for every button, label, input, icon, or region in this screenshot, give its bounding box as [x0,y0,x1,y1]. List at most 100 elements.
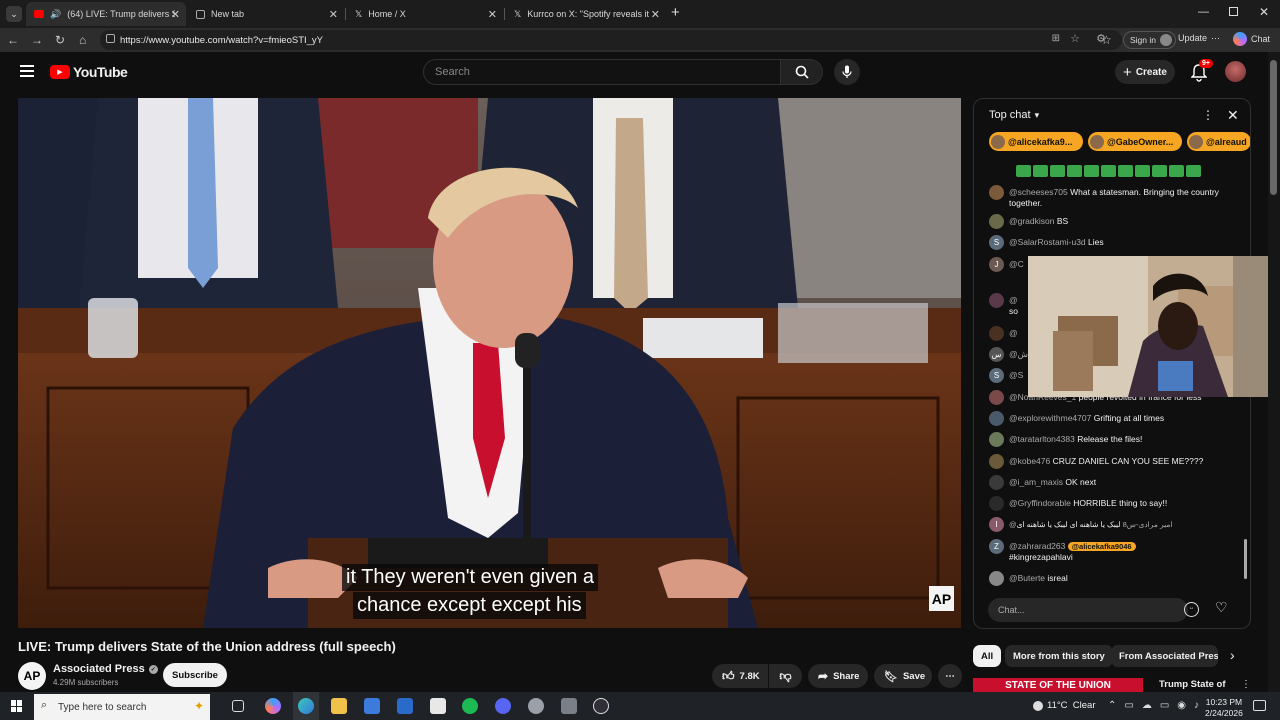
chip-all[interactable]: All [973,645,1002,667]
copilot-chat-button[interactable]: Chat [1233,32,1270,46]
chat-message[interactable]: @explorewithme4707 Grifting at all times [989,411,1229,426]
pinned-donor-3[interactable]: @alreaud [1187,132,1250,151]
chat-scrollbar[interactable] [1244,539,1247,579]
pinned-donor-1[interactable]: @alicekafka9... [989,132,1083,151]
related-video-title[interactable]: Trump State of [1159,679,1226,690]
chat-message[interactable]: @taratarlton4383 Release the files! [989,432,1229,447]
new-tab-button[interactable]: + [671,4,680,21]
related-video-thumbnail[interactable]: STATE OF THE UNION [973,678,1143,692]
pinned-donor-2[interactable]: @GabeOwner... [1088,132,1182,151]
app-icon-generic[interactable] [528,698,544,714]
back-icon[interactable]: ← [7,32,19,48]
chips-next-icon[interactable]: › [1230,647,1235,663]
clock-time: 10:23 PM [1205,697,1243,707]
microsoft-store-icon[interactable] [364,698,380,714]
chat-message[interactable]: @Gryffindorable HORRIBLE thing to say!! [989,496,1229,511]
chat-text: so [1009,306,1018,316]
menu-icon[interactable] [20,65,34,77]
close-tab-icon[interactable]: ✕ [488,8,497,21]
tray-icons[interactable]: ⌃▭☁▭◉♪ [1108,700,1207,711]
subscribe-button[interactable]: Subscribe [163,663,227,687]
page-scrollbar-thumb[interactable] [1270,60,1277,195]
chat-message[interactable]: @Buterte isreal [989,571,1229,586]
more-options-icon[interactable]: ⋮ [1202,108,1214,122]
spotify-icon[interactable] [462,698,478,714]
youtube-logo[interactable]: ▶ YouTube [50,64,128,80]
account-avatar[interactable] [1225,61,1246,82]
forward-icon[interactable]: → [31,32,43,48]
browser-tab-strip: ⌄ 🔊 (64) LIVE: Trump delivers State of t… [0,0,1280,28]
chat-message[interactable]: S @SalarRostami-u3d Lies [989,235,1229,250]
close-window-button[interactable]: ✕ [1259,5,1269,19]
minimize-button[interactable]: — [1198,6,1209,18]
home-icon[interactable]: ⌂ [79,32,86,48]
notifications-button[interactable]: 9+ [1189,59,1213,82]
chat-input[interactable]: Chat... [988,598,1188,622]
create-button[interactable]: + Create [1115,60,1175,84]
video-player[interactable]: it They weren't even given a chance exce… [18,98,961,628]
obs-icon[interactable] [593,698,609,714]
avatar [989,390,1004,405]
more-actions-button[interactable]: ⋯ [938,664,962,688]
discord-icon[interactable] [495,698,511,714]
tab-new-tab[interactable]: New tab ✕ [188,2,344,26]
search-button[interactable] [781,59,823,85]
youtube-play-icon: ▶ [50,65,70,79]
close-chat-icon[interactable]: ✕ [1227,107,1239,124]
sign-in-button[interactable]: Sign in [1123,31,1176,49]
chat-message[interactable]: @kobe476 CRUZ DANIEL CAN YOU SEE ME???? [989,454,1229,469]
voice-search-button[interactable] [834,59,860,85]
copilot-app-icon[interactable] [265,698,281,714]
dislike-button[interactable]: 👎︎ [769,664,802,688]
chat-mode-dropdown[interactable]: Top chat ▾ [989,109,1039,121]
restore-button[interactable] [1229,7,1238,16]
save-button[interactable]: 🔖︎ Save [874,664,932,688]
site-info-icon[interactable] [106,34,115,43]
tab-actions-button[interactable]: ⌄ [6,6,22,22]
tab-youtube[interactable]: 🔊 (64) LIVE: Trump delivers State of the… [26,2,186,26]
emoji-icon[interactable]: ᵕ [1184,602,1199,617]
chat-message[interactable]: Z @zahrarad263 @alicekafka9046 #kingrezapa… [989,539,1229,563]
taskbar-search-input[interactable]: ⌕ Type here to search ✦ [34,694,210,720]
favorites-icon[interactable]: ☆ [1101,32,1112,48]
tab-kurrco[interactable]: 𝕏 Kurrco on X: "Spotify reveals its list… [506,2,666,26]
avatar: S [989,368,1004,383]
chip-more-from-story[interactable]: More from this story [1005,645,1113,667]
weather-widget[interactable]: 11°C Clear [1033,700,1096,711]
close-tab-icon[interactable]: ✕ [651,8,660,21]
related-more-icon[interactable]: ⋮ [1241,679,1251,690]
app-available-icon[interactable]: ⊞ [1052,33,1060,44]
notepad-icon[interactable] [430,698,446,714]
share-button[interactable]: ➦ Share [808,664,868,688]
channel-avatar[interactable]: AP [18,662,46,690]
clock[interactable]: 10:23 PM 2/24/2026 [1205,697,1243,719]
chat-text: HORRIBLE thing to say!! [1073,498,1168,508]
chat-message[interactable]: @i_am_maxis OK next [989,475,1229,490]
mention-chip[interactable]: @alicekafka9046 [1067,542,1136,551]
app-icon-generic-2[interactable] [561,698,577,714]
heart-icon[interactable]: ♡ [1215,599,1228,616]
chat-author: @gradkison [1009,216,1055,226]
update-label: Update [1178,33,1208,43]
close-tab-icon[interactable]: ✕ [329,8,338,21]
chat-message[interactable]: @gradkison BS [989,214,1229,229]
mail-icon[interactable] [397,698,413,714]
close-tab-icon[interactable]: ✕ [171,8,180,21]
file-explorer-icon[interactable] [331,698,347,714]
avatar: س [989,347,1004,362]
favorite-star-icon[interactable]: ☆ [1070,32,1080,45]
chip-from-ap[interactable]: From Associated Press [1111,645,1218,667]
refresh-icon[interactable]: ↻ [55,32,65,48]
update-button[interactable]: Update ⋯ [1178,33,1220,44]
task-view-icon[interactable] [232,700,244,712]
windows-start-icon[interactable] [11,700,23,712]
chat-message[interactable]: I @امیر مرادی-س8 لیبک یا شاهنه ای لیبک یا… [989,517,1229,532]
address-bar[interactable]: https://www.youtube.com/watch?v=fmieoSTI… [100,30,1122,50]
notification-center-icon[interactable] [1253,700,1266,711]
like-button[interactable]: 👍︎ 7.8K [712,664,768,688]
tab-x-home[interactable]: 𝕏 Home / X ✕ [347,2,503,26]
channel-name[interactable]: Associated Press ✓ [53,663,158,675]
share-icon: ➦ [818,669,829,683]
search-input[interactable]: Search [423,59,781,85]
chat-message[interactable]: @scheeses705 What a statesman. Bringing … [989,185,1229,209]
